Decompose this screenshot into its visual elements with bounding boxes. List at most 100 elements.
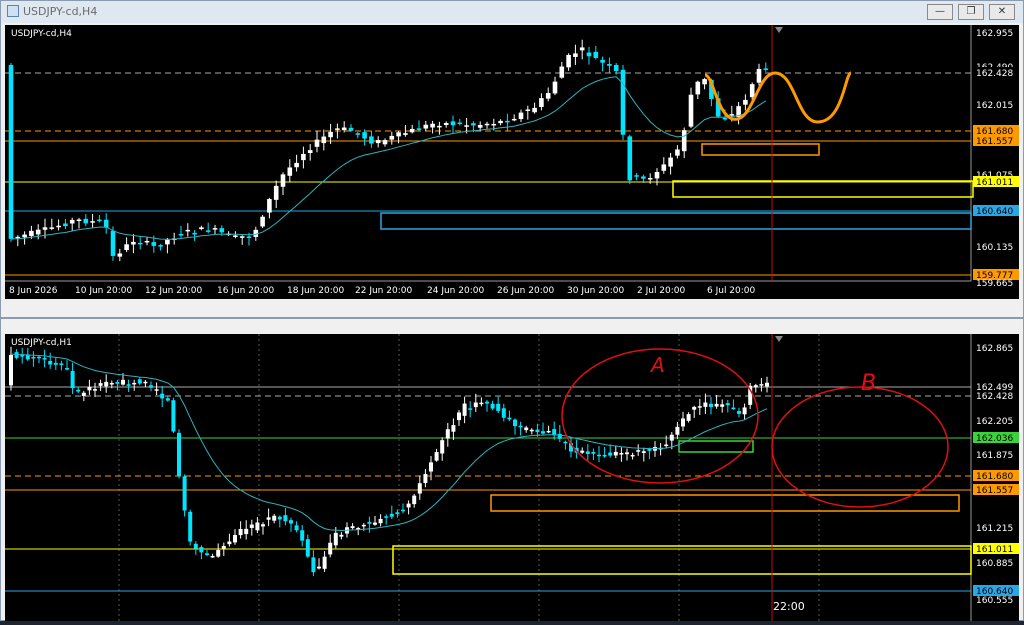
candle-body	[121, 379, 125, 385]
candle-body	[131, 241, 136, 245]
time-tick-label: 30 Jun 20:00	[567, 286, 624, 296]
candle-body	[608, 452, 613, 456]
price-tick-label: 162.955	[976, 29, 1013, 39]
candle-body	[586, 52, 592, 57]
restore-button[interactable]: ❐	[958, 4, 984, 20]
candle-body	[759, 384, 764, 386]
candle-body	[314, 139, 320, 147]
price-tick-label: 161.875	[976, 451, 1013, 461]
candle-body	[369, 136, 374, 144]
h1-chart-canvas[interactable]: AB162.865162.499162.428162.205162.036161…	[5, 334, 1021, 621]
candle-body	[647, 178, 653, 180]
candle-body	[484, 123, 490, 126]
price-tick-label: 161.557	[976, 137, 1013, 147]
candle-body	[69, 219, 75, 224]
candle-body	[559, 66, 565, 78]
time-tick-label: 10 Jun 20:00	[75, 286, 132, 296]
candle-body	[63, 223, 68, 227]
candle-body	[501, 408, 506, 418]
time-tick-label: 24 Jun 20:00	[427, 286, 484, 296]
candle-body	[389, 135, 395, 140]
candle-body	[283, 515, 288, 522]
candle-body	[409, 128, 415, 133]
candle-body	[126, 384, 131, 386]
close-button[interactable]: ✕	[989, 4, 1015, 20]
candle-body	[725, 403, 730, 406]
candle-body	[110, 230, 116, 256]
candle-body	[294, 525, 299, 531]
candle-body	[205, 553, 209, 555]
candle-body	[76, 389, 81, 392]
candle-body	[692, 406, 697, 410]
candle-body	[280, 174, 286, 187]
candle-body	[566, 54, 571, 68]
candle-body	[753, 385, 758, 388]
candle-body	[14, 352, 19, 358]
candle-body	[267, 199, 272, 213]
candle-body	[97, 219, 102, 222]
candle-body	[573, 53, 578, 57]
candle-body	[246, 236, 252, 239]
candle-body	[541, 431, 545, 434]
candle-body	[496, 403, 501, 411]
candle-body	[607, 64, 612, 66]
candle-body	[70, 371, 75, 389]
candle-body	[317, 566, 321, 569]
green-zone-box	[678, 440, 754, 453]
price-tick-label: 162.428	[976, 392, 1013, 402]
price-chart-h1[interactable]: A B 162.865 162.499 162.428 162.205 162.036 161…	[5, 334, 1019, 621]
candle-body	[417, 483, 422, 494]
candle-body	[464, 125, 469, 127]
time-cursor-label: 22:00	[773, 600, 805, 613]
candle-body	[636, 450, 641, 452]
candle-body	[260, 216, 265, 227]
candle-body	[328, 542, 333, 555]
price-tick-label: 160.885	[976, 559, 1013, 569]
candle-body	[625, 452, 629, 455]
candle-body	[239, 236, 245, 238]
candle-body	[272, 515, 277, 521]
candle-body	[634, 175, 639, 177]
candle-body	[423, 124, 429, 129]
time-tick-label: 8 Jun 2026	[9, 286, 58, 296]
annotation-ellipse-b	[771, 386, 949, 508]
candle-body	[384, 516, 389, 518]
chart-window-h1[interactable]: A B 162.865 162.499 162.428 162.205 162.036 161…	[0, 318, 1024, 621]
candle-body	[539, 98, 544, 107]
chart-window-h4[interactable]: USDJPY-cd,H4 — ❐ ✕ 162.955162.490162.428…	[0, 0, 1024, 318]
shift-marker	[775, 27, 783, 33]
h4-chart-canvas[interactable]: 162.955162.490162.428162.015161.680161.5…	[5, 25, 1021, 299]
candle-body	[348, 127, 354, 131]
candle-body	[675, 426, 680, 435]
time-tick-label: 6 Jul 20:00	[707, 286, 756, 296]
minimize-button[interactable]: —	[927, 4, 953, 20]
candle-body	[165, 398, 170, 401]
cyan-zone-box	[380, 212, 972, 230]
price-chart-h4[interactable]: 162.955162.490162.428162.015161.680161.5…	[5, 25, 1019, 299]
candle-body	[42, 227, 48, 230]
title-bar[interactable]: USDJPY-cd,H4 — ❐ ✕	[1, 1, 1023, 23]
shift-marker	[775, 336, 783, 342]
annotation-label-a: A	[649, 353, 665, 377]
candle-body	[124, 244, 129, 251]
chart-window-icon	[7, 5, 19, 17]
candle-body	[627, 136, 633, 181]
candle-body	[668, 157, 673, 167]
candle-body	[137, 379, 142, 384]
candle-body	[151, 242, 157, 246]
candle-body	[221, 546, 226, 549]
candle-body	[49, 227, 55, 229]
yellow-zone-box	[672, 180, 974, 198]
candle-body	[335, 128, 340, 130]
candle-body	[35, 229, 41, 235]
candle-body	[395, 512, 400, 515]
candle-body	[244, 528, 249, 535]
candle-body	[367, 521, 372, 524]
candle-body	[714, 403, 719, 407]
candle-body	[661, 164, 667, 171]
candle-body	[382, 140, 388, 145]
candle-body	[462, 403, 467, 416]
candle-body	[477, 124, 483, 128]
candle-body	[249, 524, 254, 529]
candle-body	[300, 530, 305, 541]
